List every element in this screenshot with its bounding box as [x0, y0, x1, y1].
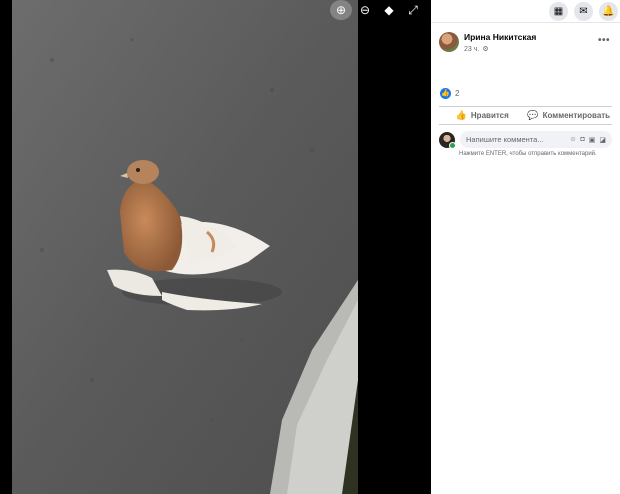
like-reaction-icon: 👍: [440, 87, 451, 99]
camera-icon[interactable]: ◘: [581, 136, 585, 143]
post-header: Ирина Никитская 23 ч. ⚙ •••: [431, 23, 620, 53]
like-label: Нравится: [470, 111, 509, 120]
sticker-icon[interactable]: ◪: [599, 136, 606, 144]
comment-composer: Напишите коммента... ☺ ◘ ▣ ◪: [431, 131, 620, 149]
zoom-in-icon[interactable]: ⊕: [330, 0, 352, 20]
comment-placeholder: Напишите коммента...: [466, 135, 544, 144]
photo-viewer: ⊕ ⊖ ◆ ⤢: [0, 0, 430, 494]
thumbs-up-icon: 👍: [455, 110, 467, 120]
author-avatar[interactable]: [439, 32, 459, 52]
emoji-icon[interactable]: ☺: [569, 136, 576, 143]
fullscreen-icon[interactable]: ⤢: [402, 0, 424, 20]
post-photo[interactable]: [12, 0, 358, 494]
menu-grid-icon[interactable]: ▦: [549, 1, 568, 21]
comment-icon: 💬: [527, 110, 539, 120]
post-actions: 👍 Нравится 💬 Комментировать: [439, 106, 612, 125]
current-user-avatar: [439, 131, 456, 149]
notifications-icon[interactable]: 🔔: [599, 1, 618, 21]
like-button[interactable]: 👍 Нравится: [439, 110, 526, 121]
reactions-summary[interactable]: 👍 2: [431, 86, 620, 100]
tag-icon[interactable]: ◆: [378, 0, 400, 20]
reaction-count: 2: [455, 88, 460, 98]
comment-label: Комментировать: [542, 111, 611, 120]
online-status-icon: [449, 141, 456, 149]
messenger-icon[interactable]: ✉: [574, 1, 593, 21]
comment-input[interactable]: Напишите коммента... ☺ ◘ ▣ ◪: [460, 131, 612, 148]
more-options-icon[interactable]: •••: [598, 35, 610, 46]
viewer-toolbar: ⊕ ⊖ ◆ ⤢: [330, 0, 424, 20]
author-name[interactable]: Ирина Никитская: [464, 32, 536, 42]
audience-icon[interactable]: ⚙: [482, 45, 488, 53]
post-time[interactable]: 23 ч.: [464, 46, 479, 53]
gif-icon[interactable]: ▣: [589, 136, 596, 144]
comment-hint: Нажмите ENTER, чтобы отправить комментар…: [459, 151, 597, 157]
comment-button[interactable]: 💬 Комментировать: [526, 110, 613, 121]
top-bar: ▦ ✉ 🔔: [431, 0, 620, 23]
post-meta: 23 ч. ⚙: [464, 45, 536, 54]
zoom-out-icon[interactable]: ⊖: [354, 0, 376, 20]
post-sidebar: ▦ ✉ 🔔 Ирина Никитская 23 ч. ⚙ ••• 👍 2 👍 …: [431, 0, 620, 494]
pigeon-photo: [12, 0, 358, 494]
